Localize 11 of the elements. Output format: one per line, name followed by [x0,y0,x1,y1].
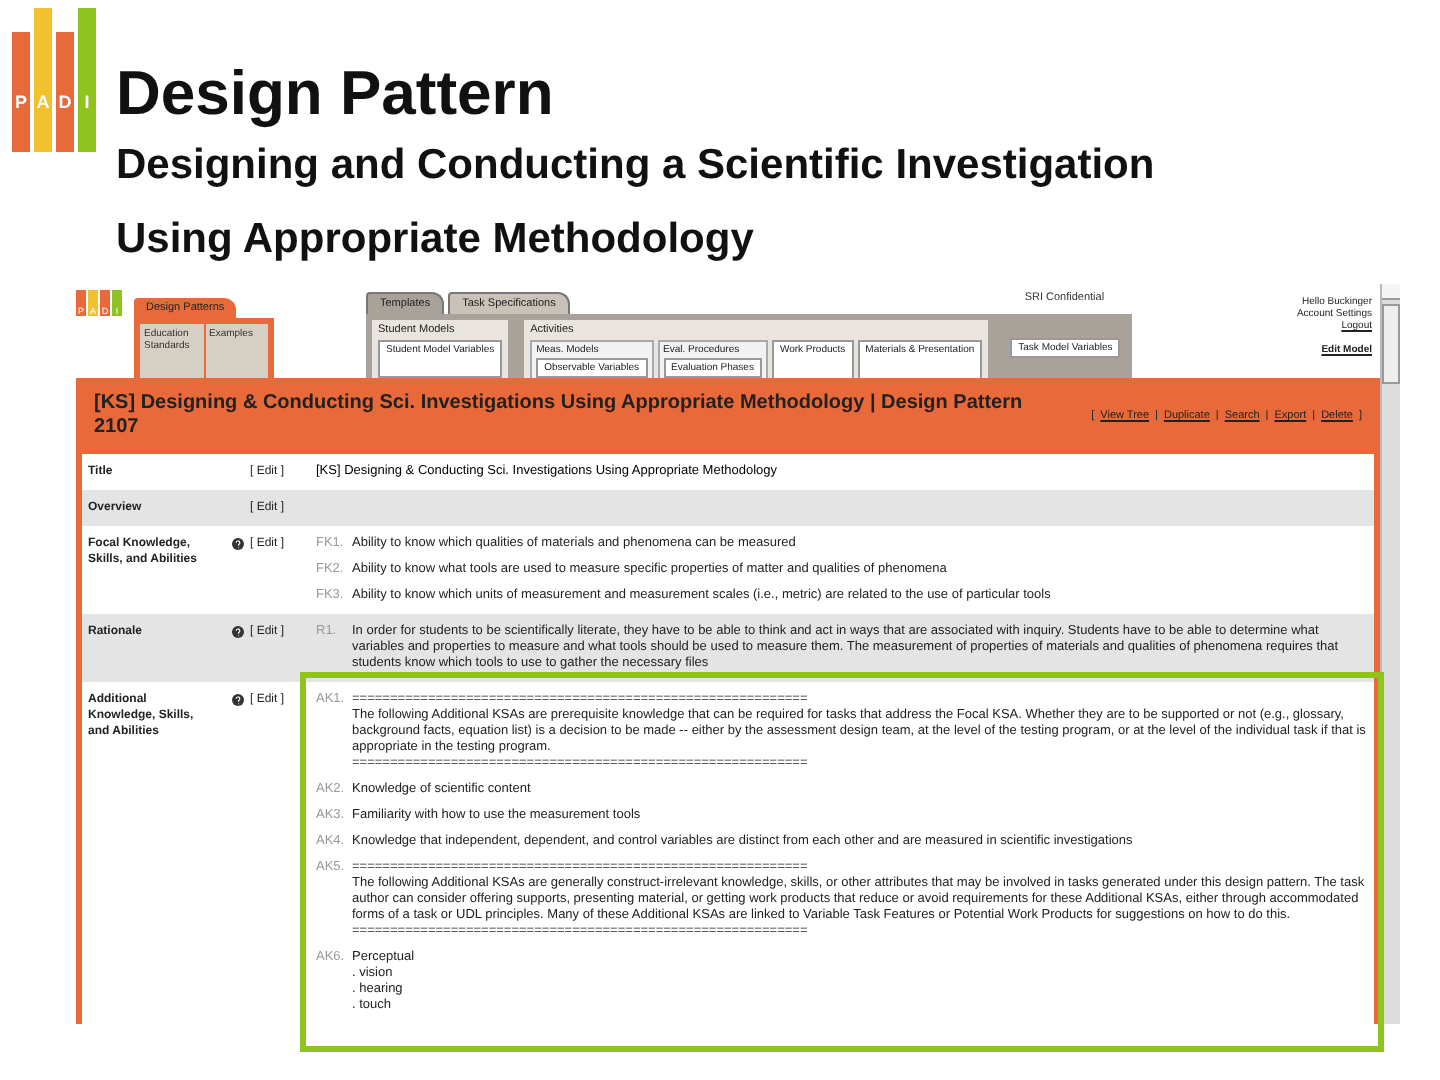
help-icon[interactable] [231,626,244,638]
scrollbar[interactable] [1380,284,1400,1024]
logo-letter: I [78,8,96,152]
slide-subtitle: Designing and Conducting a Scientific Investigation Using Appropriate Methodology [116,140,1157,266]
help-icon[interactable] [231,538,244,550]
logo-letter: D [56,32,74,152]
logo-letter: P [12,32,30,152]
logo-letter: A [34,8,52,152]
slide-title: Design Pattern [116,60,556,128]
help-icon[interactable] [231,694,244,706]
page-title: [KS] Designing & Conducting Sci. Investigations Using Appropriate Methodology | Design Pattern 2107 [94,392,1025,440]
